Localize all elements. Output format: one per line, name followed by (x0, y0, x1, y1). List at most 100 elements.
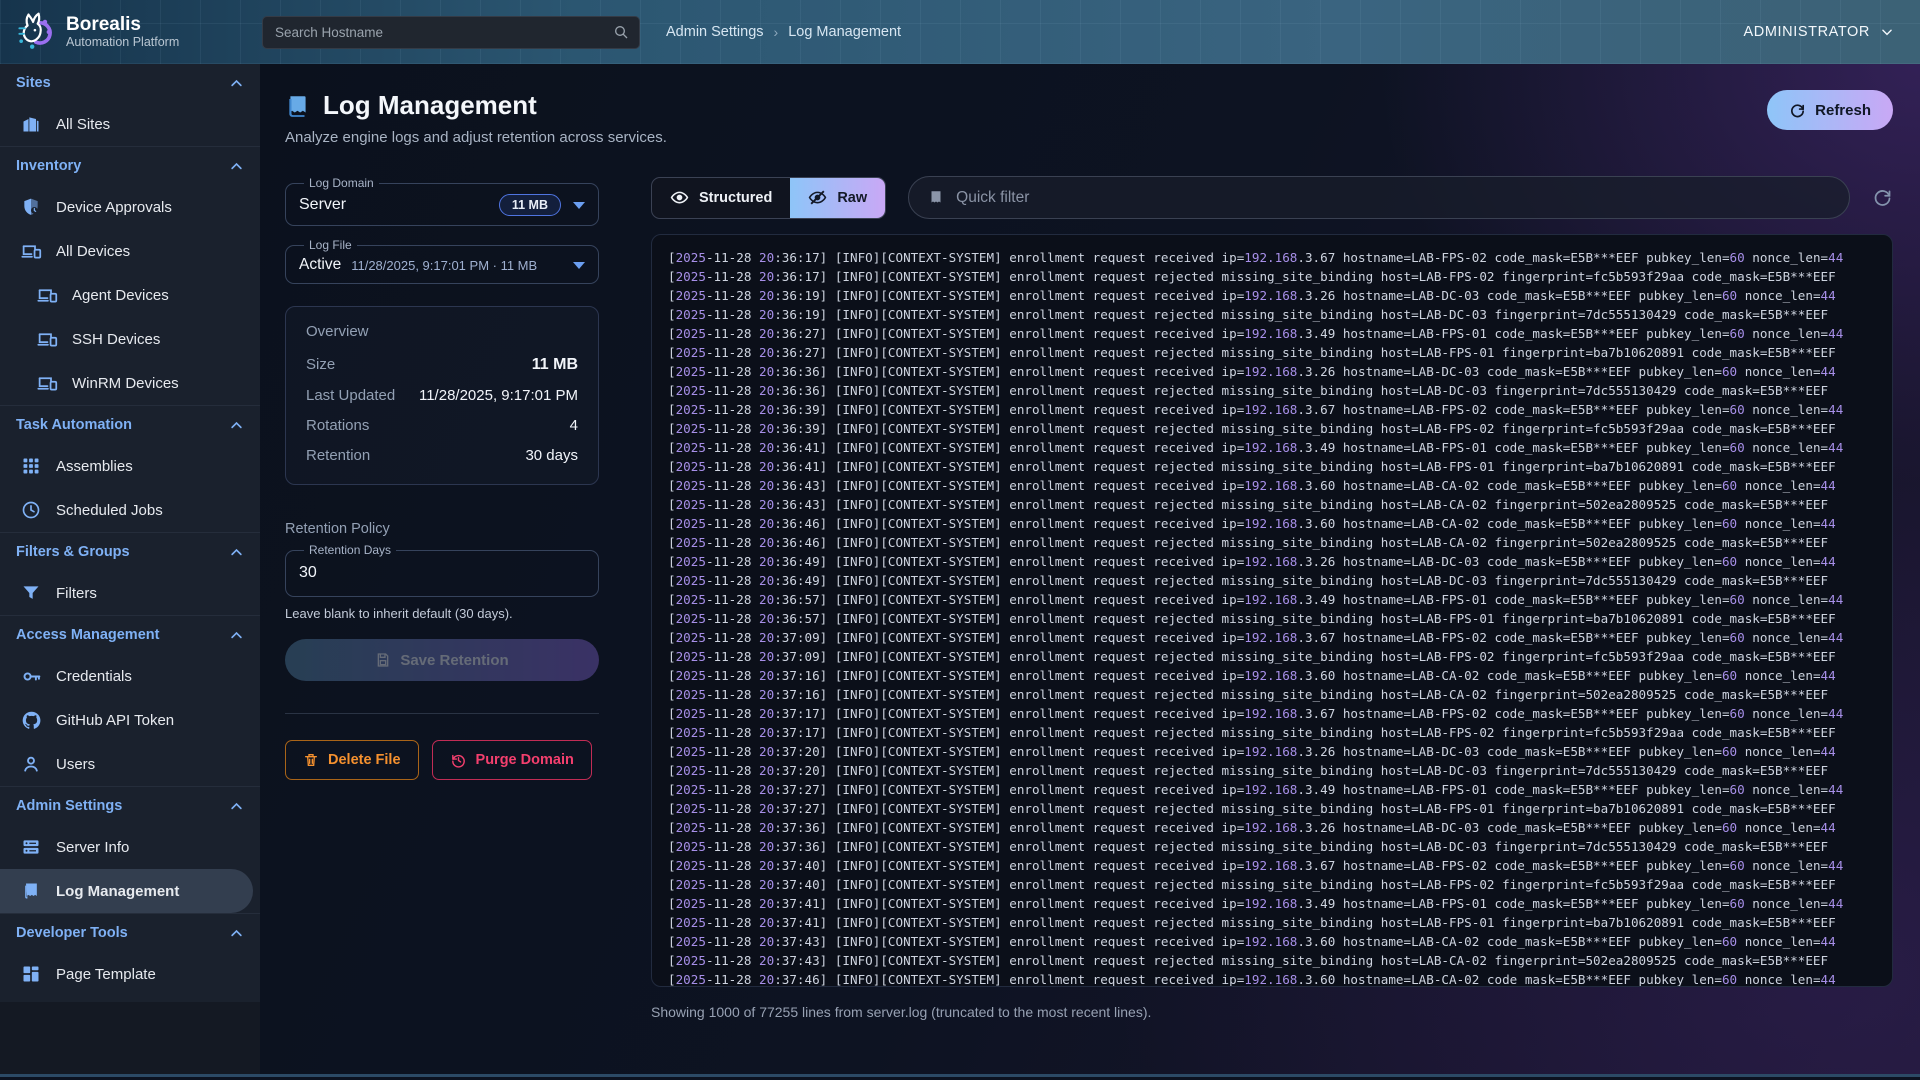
sidebar-item-all-sites[interactable]: All Sites (0, 102, 260, 146)
view-mode-toggle: Structured Raw (651, 177, 886, 219)
log-line: [2025-11-28 20:37:41] [INFO][CONTEXT-SYS… (668, 894, 1876, 913)
sidebar-item-github-api-token[interactable]: GitHub API Token (0, 698, 260, 742)
log-line: [2025-11-28 20:36:36] [INFO][CONTEXT-SYS… (668, 381, 1876, 400)
log-line: [2025-11-28 20:36:43] [INFO][CONTEXT-SYS… (668, 495, 1876, 514)
section-label: Task Automation (16, 417, 132, 433)
log-footer-status: Showing 1000 of 77255 lines from server.… (651, 1004, 1893, 1020)
quick-filter-input[interactable] (956, 189, 1831, 207)
log-line: [2025-11-28 20:36:46] [INFO][CONTEXT-SYS… (668, 514, 1876, 533)
quick-filter[interactable] (908, 176, 1850, 219)
brand: Borealis Automation Platform (0, 10, 260, 54)
log-output-panel[interactable]: [2025-11-28 20:36:17] [INFO][CONTEXT-SYS… (651, 234, 1893, 987)
floppy-save-icon (375, 652, 391, 668)
sidebar-section-header-task-automation[interactable]: Task Automation (0, 406, 260, 444)
log-domain-size-badge: 11 MB (499, 194, 561, 216)
refresh-icon (1789, 102, 1806, 119)
log-icon (20, 880, 42, 902)
breadcrumb-log-management[interactable]: Log Management (788, 24, 901, 40)
sidebar-item-label: Credentials (56, 668, 132, 685)
funnel-icon (20, 582, 42, 604)
overview-row-rotations: Rotations 4 (306, 417, 578, 434)
chevron-up-icon (229, 799, 244, 814)
sidebar-item-server-info[interactable]: Server Info (0, 825, 260, 869)
raw-view-tab[interactable]: Raw (790, 178, 885, 218)
sidebar-section-header-admin-settings[interactable]: Admin Settings (0, 787, 260, 825)
sidebar-item-label: Scheduled Jobs (56, 502, 163, 519)
sidebar-section: Inventory Device ApprovalsAll DevicesAgen… (0, 146, 260, 405)
log-line: [2025-11-28 20:36:41] [INFO][CONTEXT-SYS… (668, 438, 1876, 457)
sidebar-item-log-management[interactable]: Log Management (0, 869, 253, 913)
section-label: Filters & Groups (16, 544, 130, 560)
log-line: [2025-11-28 20:36:49] [INFO][CONTEXT-SYS… (668, 571, 1876, 590)
overview-card: Overview Size 11 MB Last Updated 11/28/2… (285, 306, 599, 485)
sidebar-item-page-template[interactable]: Page Template (0, 952, 260, 996)
sidebar-item-agent-devices[interactable]: Agent Devices (0, 273, 260, 317)
log-line: [2025-11-28 20:36:17] [INFO][CONTEXT-SYS… (668, 267, 1876, 286)
sidebar-section-header-inventory[interactable]: Inventory (0, 147, 260, 185)
sidebar-item-scheduled-jobs[interactable]: Scheduled Jobs (0, 488, 260, 532)
retention-days-input[interactable] (299, 561, 585, 587)
log-line: [2025-11-28 20:37:20] [INFO][CONTEXT-SYS… (668, 742, 1876, 761)
sidebar-section: Filters & Groups Filters (0, 532, 260, 615)
sidebar: SitesAll SitesInventoryDevice ApprovalsA… (0, 64, 260, 1074)
main-content: Log Management Analyze engine logs and a… (260, 64, 1920, 1074)
overview-row-last-updated: Last Updated 11/28/2025, 9:17:01 PM (306, 387, 578, 404)
delete-file-button[interactable]: Delete File (285, 740, 419, 780)
chevron-up-icon (229, 628, 244, 643)
log-file-label: Log File (304, 238, 357, 252)
hostname-search[interactable] (262, 16, 640, 49)
hostname-search-input[interactable] (275, 25, 613, 40)
borealis-rabbit-logo-icon (12, 10, 56, 54)
sidebar-item-device-approvals[interactable]: Device Approvals (0, 185, 260, 229)
sidebar-section-header-filters-groups[interactable]: Filters & Groups (0, 533, 260, 571)
page-subtitle: Analyze engine logs and adjust retention… (285, 129, 667, 146)
sidebar-item-all-devices[interactable]: All Devices (0, 229, 260, 273)
search-icon (613, 24, 629, 40)
structured-view-tab[interactable]: Structured (652, 178, 790, 218)
breadcrumb-admin-settings[interactable]: Admin Settings (666, 24, 764, 40)
layout-icon (20, 963, 42, 985)
save-retention-label: Save Retention (400, 652, 508, 669)
sidebar-item-ssh-devices[interactable]: SSH Devices (0, 317, 260, 361)
log-line: [2025-11-28 20:37:20] [INFO][CONTEXT-SYS… (668, 761, 1876, 780)
retention-days-field[interactable]: Retention Days (285, 543, 599, 597)
sidebar-section-header-developer-tools[interactable]: Developer Tools (0, 914, 260, 952)
refresh-button[interactable]: Refresh (1767, 90, 1893, 130)
section-label: Sites (16, 75, 51, 91)
reload-logs-icon[interactable] (1872, 187, 1893, 208)
section-label: Inventory (16, 158, 81, 174)
sidebar-section-header-sites[interactable]: Sites (0, 64, 260, 102)
sidebar-item-label: Server Info (56, 839, 129, 856)
log-file-select[interactable]: Log File Active 11/28/2025, 9:17:01 PM ·… (285, 238, 599, 284)
log-line: [2025-11-28 20:36:19] [INFO][CONTEXT-SYS… (668, 305, 1876, 324)
retention-helper-text: Leave blank to inherit default (30 days)… (285, 606, 599, 621)
refresh-label: Refresh (1815, 102, 1871, 119)
sidebar-section-header-access-management[interactable]: Access Management (0, 616, 260, 654)
sidebar-item-filters[interactable]: Filters (0, 571, 260, 615)
log-line: [2025-11-28 20:37:43] [INFO][CONTEXT-SYS… (668, 932, 1876, 951)
log-line: [2025-11-28 20:36:46] [INFO][CONTEXT-SYS… (668, 533, 1876, 552)
log-line: [2025-11-28 20:37:17] [INFO][CONTEXT-SYS… (668, 723, 1876, 742)
sidebar-item-winrm-devices[interactable]: WinRM Devices (0, 361, 260, 405)
sidebar-item-credentials[interactable]: Credentials (0, 654, 260, 698)
brand-name: Borealis (66, 15, 179, 35)
log-line: [2025-11-28 20:36:57] [INFO][CONTEXT-SYS… (668, 590, 1876, 609)
log-domain-select[interactable]: Log Domain Server 11 MB (285, 176, 599, 226)
sidebar-item-assemblies[interactable]: Assemblies (0, 444, 260, 488)
log-line: [2025-11-28 20:37:40] [INFO][CONTEXT-SYS… (668, 875, 1876, 894)
purge-domain-button[interactable]: Purge Domain (432, 740, 592, 780)
devices-icon (20, 240, 42, 262)
retention-days-label: Retention Days (304, 543, 396, 557)
sidebar-item-users[interactable]: Users (0, 742, 260, 786)
server-icon (20, 836, 42, 858)
save-retention-button[interactable]: Save Retention (285, 639, 599, 681)
overview-row-size: Size 11 MB (306, 356, 578, 374)
sidebar-item-label: Assemblies (56, 458, 133, 475)
trash-icon (303, 752, 319, 768)
sidebar-section: Developer ToolsPage Template (0, 913, 260, 996)
administrator-menu[interactable]: ADMINISTRATOR (1744, 24, 1895, 40)
sidebar-section: Access Management Credentials GitHub API T… (0, 615, 260, 786)
purge-domain-label: Purge Domain (476, 752, 574, 768)
log-line: [2025-11-28 20:36:49] [INFO][CONTEXT-SYS… (668, 552, 1876, 571)
sidebar-item-label: All Sites (56, 116, 110, 133)
